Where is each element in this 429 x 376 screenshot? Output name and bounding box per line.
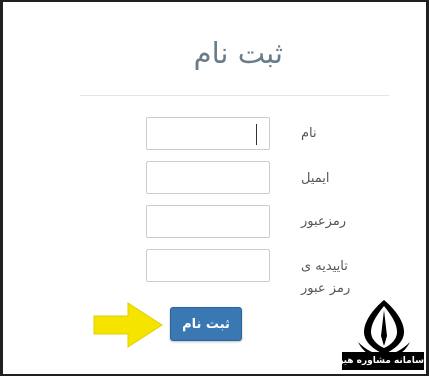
email-input[interactable] bbox=[146, 161, 270, 194]
confirm-password-label-line1: تاییدیه ی bbox=[301, 259, 348, 274]
confirm-password-input[interactable] bbox=[146, 249, 270, 282]
page-title: ثبت نام bbox=[193, 36, 283, 70]
email-label: ایمیل bbox=[301, 171, 330, 186]
text-cursor bbox=[256, 124, 257, 145]
watermark-text: سامانه مشاوره هیوا bbox=[342, 352, 424, 370]
password-input[interactable] bbox=[146, 205, 270, 238]
title-divider bbox=[80, 95, 389, 96]
arrow-right-icon bbox=[93, 302, 163, 348]
password-label: رمزعبور bbox=[301, 214, 347, 229]
submit-button[interactable]: ثبت نام bbox=[170, 307, 242, 341]
name-label: نام bbox=[301, 126, 317, 141]
name-input[interactable] bbox=[146, 117, 270, 150]
